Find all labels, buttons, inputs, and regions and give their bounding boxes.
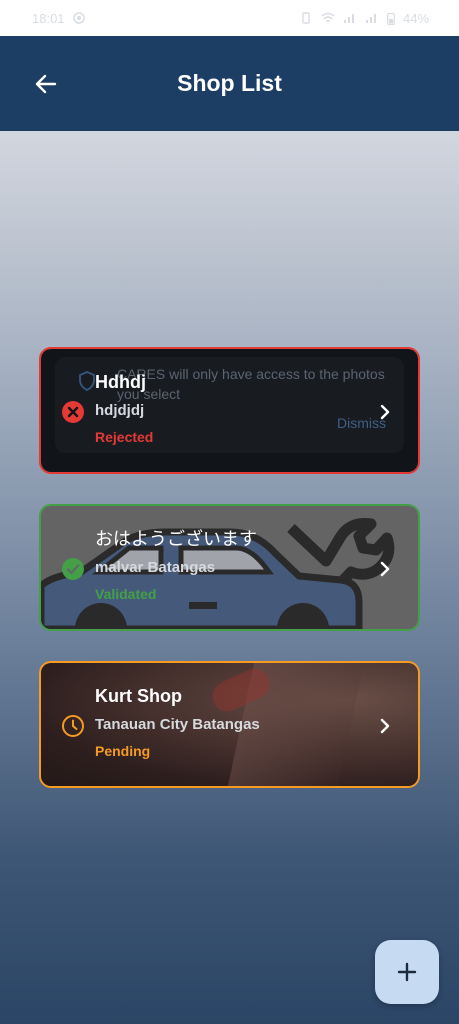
status-time: 18:01 bbox=[32, 10, 65, 26]
signal-icon bbox=[343, 14, 354, 23]
plus-icon bbox=[397, 962, 417, 982]
shop-address: hdjdjdj bbox=[95, 402, 145, 419]
clock-icon bbox=[62, 715, 84, 737]
status-bar: 18:01 44% bbox=[0, 0, 459, 36]
shop-status: Rejected bbox=[95, 429, 154, 445]
signal-icon-2 bbox=[365, 14, 376, 23]
shop-card-pending[interactable]: Kurt Shop Tanauan City Batangas Pending bbox=[39, 661, 420, 788]
battery-icon bbox=[387, 12, 395, 25]
vibrate-icon bbox=[302, 12, 310, 24]
arrow-left-icon bbox=[35, 74, 57, 94]
app-bar: Shop List bbox=[0, 36, 459, 131]
shield-icon bbox=[79, 371, 95, 391]
shop-name: Hdhdj bbox=[95, 372, 146, 392]
wifi-icon bbox=[321, 12, 335, 23]
back-button[interactable] bbox=[30, 68, 62, 100]
chevron-right-icon bbox=[380, 404, 390, 420]
shop-address: Tanauan City Batangas bbox=[95, 716, 260, 733]
battery-level: 44% bbox=[402, 10, 429, 26]
shop-name: おはようございます bbox=[95, 529, 257, 549]
x-circle-icon bbox=[62, 401, 84, 423]
chevron-right-icon bbox=[380, 561, 390, 577]
page-title: Shop List bbox=[177, 70, 282, 96]
shop-card-rejected[interactable]: CARES will only have access to the photo… bbox=[39, 347, 420, 474]
shop-info: Kurt Shop Tanauan City Batangas Pending bbox=[95, 685, 378, 760]
shop-address: malvar Batangas bbox=[95, 559, 216, 576]
chevron-right-icon bbox=[380, 718, 390, 734]
check-circle-icon bbox=[62, 558, 84, 580]
add-shop-button[interactable] bbox=[375, 940, 439, 1004]
app-notification-icon bbox=[72, 12, 85, 24]
shop-card-validated[interactable]: おはようございます malvar Batangas Validated bbox=[39, 504, 420, 631]
shop-info: Hdhdj hdjdjdj Rejected bbox=[95, 371, 378, 446]
shop-status: Validated bbox=[95, 586, 157, 602]
shop-info: おはようございます malvar Batangas Validated bbox=[95, 528, 378, 603]
shop-name: Kurt Shop bbox=[95, 686, 182, 706]
shop-status: Pending bbox=[95, 743, 151, 759]
